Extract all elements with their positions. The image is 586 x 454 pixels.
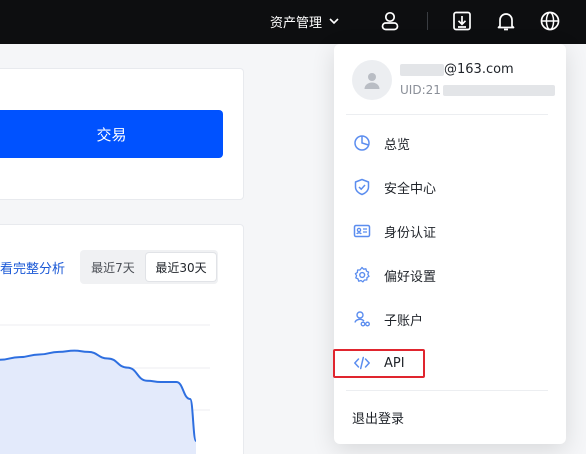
- menu-item-label: 总览: [384, 137, 411, 153]
- bell-icon[interactable]: [493, 8, 519, 34]
- avatar-person-icon: [364, 73, 380, 89]
- trade-button[interactable]: 交易: [0, 110, 223, 158]
- email-suffix: @163.com: [444, 62, 514, 77]
- menu-item-sub-account[interactable]: 子账户: [346, 301, 556, 337]
- download-icon[interactable]: [449, 8, 475, 34]
- sub-account-icon: [352, 309, 372, 329]
- menu-item-label: 子账户: [384, 313, 424, 329]
- asset-management-label: 资产管理: [270, 15, 323, 31]
- menu-item-api[interactable]: API: [346, 345, 556, 381]
- menu-item-overview[interactable]: 总览: [346, 125, 556, 161]
- menu-item-label: 身份认证: [384, 225, 437, 241]
- tab-last-7-days[interactable]: 最近7天: [84, 253, 142, 281]
- menu-divider-bottom: [346, 390, 548, 391]
- redacted-email-prefix: [400, 63, 444, 76]
- user-email: @163.com: [400, 62, 514, 77]
- id-card-icon: [352, 221, 372, 241]
- uid-prefix: UID:21: [400, 83, 441, 97]
- menu-item-security-center[interactable]: 安全中心: [346, 169, 556, 205]
- avatar[interactable]: [352, 60, 392, 100]
- redacted-uid: [442, 84, 555, 96]
- menu-item-preferences[interactable]: 偏好设置: [346, 257, 556, 293]
- user-icon[interactable]: [377, 8, 403, 34]
- menu-item-label: API: [384, 355, 405, 371]
- asset-trend-chart: [0, 324, 210, 454]
- pie-chart-icon: [352, 133, 372, 153]
- code-icon: [352, 353, 372, 373]
- menu-item-label: 偏好设置: [384, 269, 437, 285]
- menu-item-identity-verification[interactable]: 身份认证: [346, 213, 556, 249]
- menu-divider: [346, 114, 548, 115]
- asset-management-menu[interactable]: 资产管理: [270, 9, 340, 33]
- user-uid: UID:21: [400, 83, 555, 97]
- chart-area-fill: [0, 350, 196, 454]
- logout-button[interactable]: 退出登录: [352, 408, 404, 427]
- menu-item-label: 安全中心: [384, 181, 437, 197]
- gear-icon: [352, 265, 372, 285]
- full-analysis-link[interactable]: 看完整分析: [0, 258, 65, 277]
- globe-icon[interactable]: [537, 8, 563, 34]
- tab-last-30-days[interactable]: 最近30天: [146, 253, 216, 281]
- toolbar-separator: [427, 12, 428, 30]
- shield-icon: [352, 177, 372, 197]
- chevron-down-icon: [329, 18, 339, 25]
